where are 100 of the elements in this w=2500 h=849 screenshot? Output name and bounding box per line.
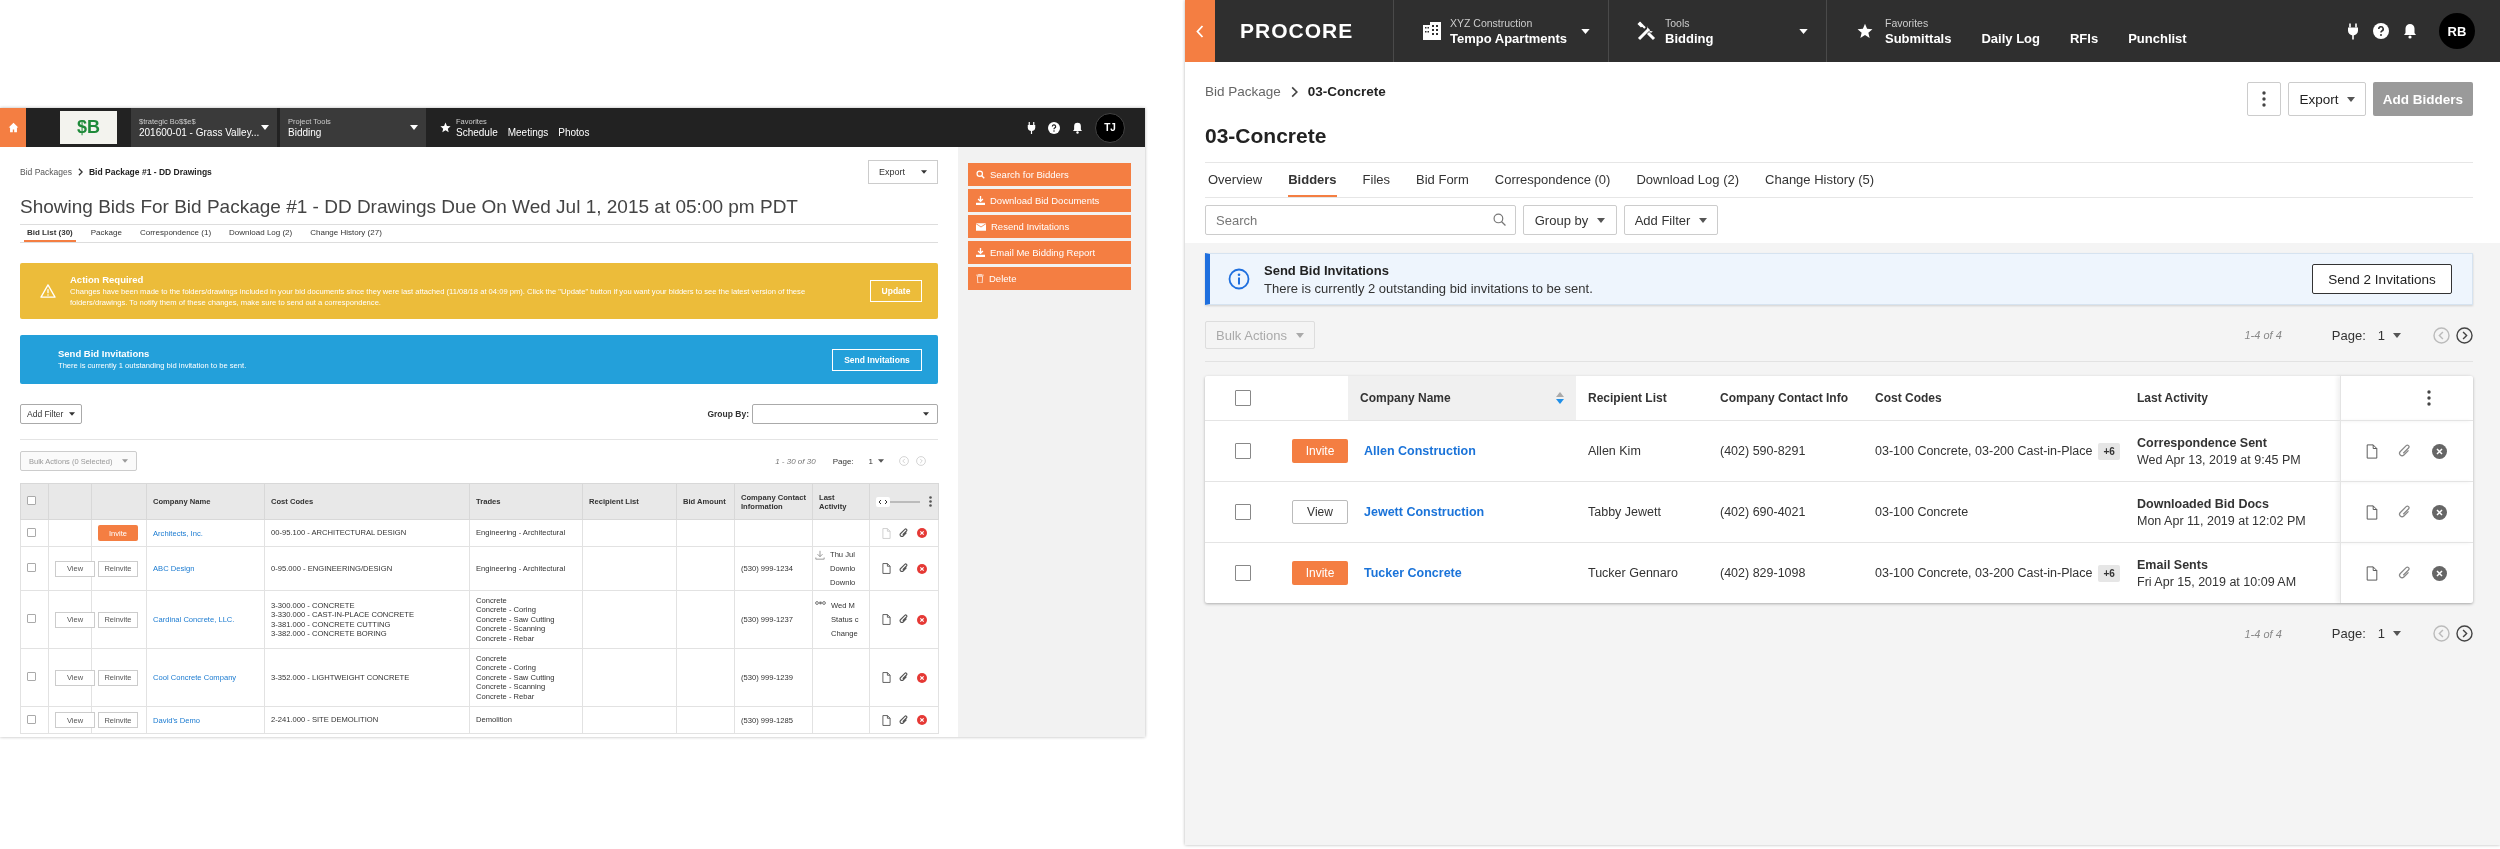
remove-icon[interactable] (916, 614, 927, 625)
recipient-name: Tucker Gennaro (1588, 566, 1678, 580)
help-icon[interactable] (2373, 23, 2389, 39)
checkbox[interactable] (27, 527, 36, 537)
tab[interactable]: Files (1362, 163, 1391, 197)
tab[interactable]: Correspondence (0) (1494, 163, 1611, 197)
favorite-link[interactable]: Meetings (507, 127, 549, 138)
user-avatar[interactable]: RB (2439, 13, 2475, 49)
document-icon[interactable] (881, 714, 891, 726)
remove-icon[interactable] (916, 563, 927, 574)
building-icon (1422, 22, 1442, 40)
home-button[interactable] (0, 108, 26, 147)
tab[interactable]: Download Log (2) (226, 225, 296, 242)
tab[interactable]: Bid List (30) (24, 225, 76, 242)
group-by-button[interactable]: Group by (1523, 205, 1617, 235)
paperclip-icon[interactable] (898, 527, 909, 539)
export-button[interactable]: Export (868, 160, 938, 184)
search-field[interactable]: Search (1205, 205, 1516, 235)
group-by-select[interactable] (752, 404, 938, 424)
page-range: 1-4 of 4 (2244, 329, 2282, 341)
app-logo: PROCORE (1240, 19, 1355, 43)
sort-icon (1556, 392, 1564, 404)
column-header[interactable]: Last Activity (2125, 376, 2340, 421)
checkbox[interactable] (27, 672, 36, 682)
checkbox[interactable] (1234, 504, 1251, 520)
remove-icon[interactable] (2432, 565, 2448, 581)
tab[interactable]: Change History (27) (307, 225, 385, 242)
favorite-link[interactable]: Punchlist (2128, 30, 2187, 46)
export-button[interactable]: Export (2288, 82, 2366, 116)
company-link[interactable]: Tucker Concrete (1364, 566, 1462, 580)
remove-icon[interactable] (916, 672, 927, 683)
paperclip-icon[interactable] (2398, 443, 2413, 459)
company-link[interactable]: Allen Construction (1364, 444, 1476, 458)
favorite-link[interactable]: Schedule (456, 127, 498, 138)
company-link[interactable]: Jewett Construction (1364, 505, 1485, 519)
column-scroll-handle[interactable] (876, 496, 920, 507)
add-filter-button[interactable]: Add Filter (1624, 205, 1718, 235)
page-select[interactable]: 1 (2371, 327, 2427, 343)
tab[interactable]: Package (87, 225, 125, 242)
document-icon[interactable] (2366, 504, 2379, 520)
document-icon[interactable] (2366, 565, 2379, 581)
alert-title: Action Required (70, 274, 145, 285)
column-header[interactable]: Cost Codes (1863, 376, 2125, 421)
next-page-icon[interactable] (2456, 625, 2473, 642)
plug-icon[interactable] (1027, 121, 1036, 134)
contact-phone: (402) 690-4021 (1720, 505, 1806, 519)
tab[interactable]: Change History (5) (1765, 163, 1875, 197)
page-select[interactable]: 1 (860, 456, 892, 466)
paperclip-icon[interactable] (898, 714, 909, 726)
more-options-button[interactable] (2247, 82, 2281, 116)
favorite-link[interactable]: RFIs (2070, 30, 2099, 46)
page-select[interactable]: 1 (2371, 626, 2427, 641)
send-invitations-button[interactable]: Send 2 Invitations (2312, 264, 2452, 294)
more-count-tag[interactable]: +6 (2098, 564, 2120, 582)
more-options-icon[interactable] (2427, 390, 2431, 406)
favorite-link[interactable]: Submittals (1885, 30, 1952, 46)
document-icon[interactable] (881, 672, 891, 684)
bell-icon[interactable] (1072, 121, 1083, 134)
bell-icon[interactable] (2403, 23, 2417, 39)
plug-icon[interactable] (2347, 22, 2359, 40)
trash-icon (976, 274, 984, 283)
next-page-icon[interactable] (2456, 326, 2473, 344)
remove-icon[interactable] (916, 715, 927, 726)
checkbox[interactable] (27, 614, 36, 623)
remove-icon[interactable] (2432, 443, 2448, 459)
paperclip-icon[interactable] (898, 614, 909, 625)
add-filter-button[interactable]: Add Filter (20, 404, 83, 424)
document-icon[interactable] (881, 563, 891, 574)
tab[interactable]: Download Log (2) (1636, 163, 1740, 197)
user-avatar[interactable]: TJ (1095, 112, 1125, 143)
breadcrumb-current: Bid Package #1 - DD Drawings (89, 167, 212, 177)
checkbox[interactable] (27, 496, 36, 505)
document-icon[interactable] (881, 614, 891, 625)
breadcrumb-link[interactable]: Bid Package (1205, 84, 1281, 99)
paperclip-icon[interactable] (898, 672, 909, 684)
more-count-tag[interactable]: +6 (2098, 442, 2120, 460)
tab[interactable]: Bid Form (1416, 163, 1469, 197)
column-header[interactable]: Recipient List (1576, 376, 1708, 421)
view-button[interactable]: View (1292, 500, 1348, 524)
checkbox[interactable] (1234, 443, 1251, 459)
more-options-icon[interactable] (929, 496, 932, 507)
remove-icon[interactable] (2432, 504, 2448, 520)
remove-icon[interactable] (916, 528, 927, 538)
help-icon[interactable] (1048, 121, 1060, 134)
checkbox[interactable] (1234, 390, 1251, 406)
breadcrumb-link[interactable]: Bid Packages (20, 167, 72, 177)
tab[interactable]: Overview (1208, 163, 1263, 197)
tab[interactable]: Bidders (1288, 163, 1337, 197)
column-header[interactable]: Company Contact Info (1708, 376, 1863, 421)
favorite-link[interactable]: Photos (558, 127, 590, 138)
paperclip-icon[interactable] (2398, 565, 2413, 581)
tab[interactable]: Correspondence (1) (136, 225, 215, 242)
checkbox[interactable] (27, 714, 36, 724)
paperclip-icon[interactable] (2398, 504, 2413, 520)
document-icon[interactable] (2366, 443, 2379, 459)
checkbox[interactable] (27, 563, 36, 572)
paperclip-icon[interactable] (898, 563, 909, 574)
favorite-link[interactable]: Daily Log (1981, 30, 2040, 46)
column-header[interactable]: Company Name (1348, 376, 1576, 421)
checkbox[interactable] (1234, 565, 1251, 581)
